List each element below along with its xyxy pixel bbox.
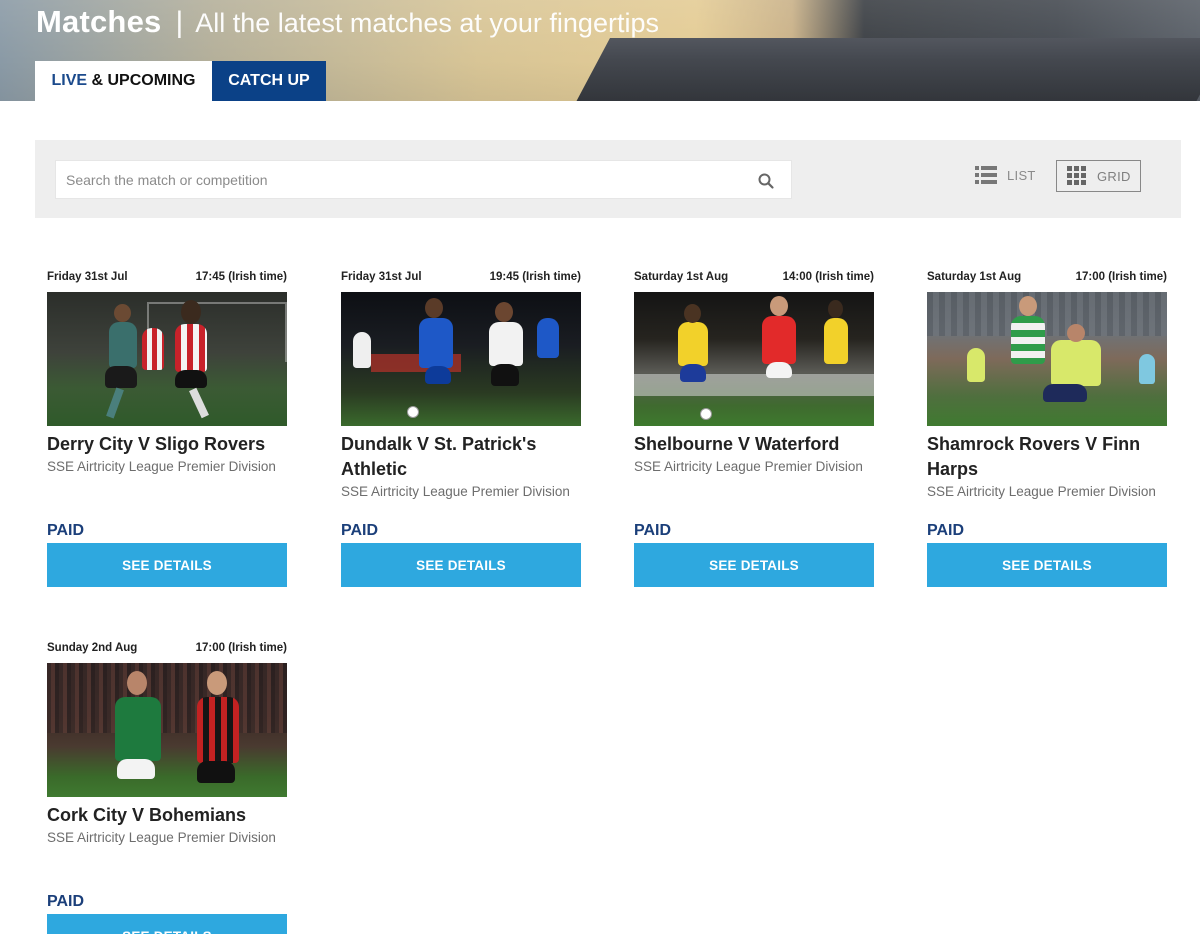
list-icon (975, 166, 997, 184)
title-separator: | (175, 6, 184, 39)
match-date: Sunday 2nd Aug (47, 642, 138, 654)
match-thumbnail[interactable] (47, 292, 287, 426)
match-competition: SSE Airtricity League Premier Division (47, 830, 276, 845)
match-date: Friday 31st Jul (47, 271, 128, 283)
match-title[interactable]: Shamrock Rovers V Finn Harps (927, 432, 1167, 482)
search-icon[interactable] (757, 172, 775, 190)
grid-icon (1067, 166, 1086, 185)
search-box (55, 160, 792, 199)
filter-toolbar: LIST GRID (35, 140, 1181, 218)
price-badge: PAID (47, 522, 85, 539)
match-title[interactable]: Derry City V Sligo Rovers (47, 432, 287, 457)
match-time: 19:45 (Irish time) (489, 271, 581, 283)
match-meta: Sunday 2nd Aug 17:00 (Irish time) (47, 640, 287, 656)
match-date: Friday 31st Jul (341, 271, 422, 283)
match-meta: Friday 31st Jul 19:45 (Irish time) (341, 269, 581, 285)
match-thumbnail[interactable] (927, 292, 1167, 426)
match-meta: Friday 31st Jul 17:45 (Irish time) (47, 269, 287, 285)
match-card: Friday 31st Jul 17:45 (Irish time) Derry… (47, 269, 287, 587)
match-time: 17:00 (Irish time) (1075, 271, 1167, 283)
match-title[interactable]: Cork City V Bohemians (47, 803, 287, 828)
match-competition: SSE Airtricity League Premier Division (634, 459, 863, 474)
match-time: 17:00 (Irish time) (195, 642, 287, 654)
price-badge: PAID (341, 522, 379, 539)
match-card: Saturday 1st Aug 17:00 (Irish time) Sham… (927, 269, 1167, 587)
page-title: Matches | All the latest matches at your… (36, 4, 659, 40)
tab-live-upcoming[interactable]: LIVE & UPCOMING (35, 61, 212, 101)
tab-catch-up[interactable]: CATCH UP (212, 61, 326, 101)
match-meta: Saturday 1st Aug 17:00 (Irish time) (927, 269, 1167, 285)
page-title-main: Matches (36, 4, 162, 39)
match-thumbnail[interactable] (47, 663, 287, 797)
grid-view-label: GRID (1097, 168, 1131, 184)
see-details-button[interactable]: SEE DETAILS (47, 914, 287, 934)
match-competition: SSE Airtricity League Premier Division (47, 459, 276, 474)
match-time: 17:45 (Irish time) (195, 271, 287, 283)
price-badge: PAID (927, 522, 965, 539)
see-details-button[interactable]: SEE DETAILS (634, 543, 874, 587)
see-details-button[interactable]: SEE DETAILS (47, 543, 287, 587)
match-card: Saturday 1st Aug 14:00 (Irish time) Shel… (634, 269, 874, 587)
match-thumbnail[interactable] (634, 292, 874, 426)
page-subtitle: All the latest matches at your fingertip… (195, 8, 659, 38)
list-view-toggle[interactable]: LIST (975, 165, 1036, 185)
tab-live-label: LIVE (51, 72, 88, 89)
match-title[interactable]: Dundalk V St. Patrick's Athletic (341, 432, 581, 482)
price-badge: PAID (47, 893, 85, 910)
tab-upcoming-label: & UPCOMING (87, 72, 196, 89)
search-input[interactable] (56, 161, 791, 198)
match-tabs: LIVE & UPCOMING CATCH UP (35, 61, 326, 101)
match-title[interactable]: Shelbourne V Waterford (634, 432, 874, 457)
match-time: 14:00 (Irish time) (782, 271, 874, 283)
grid-view-toggle[interactable]: GRID (1056, 160, 1141, 192)
list-view-label: LIST (1007, 167, 1036, 183)
match-thumbnail[interactable] (341, 292, 581, 426)
match-competition: SSE Airtricity League Premier Division (927, 484, 1156, 499)
see-details-button[interactable]: SEE DETAILS (341, 543, 581, 587)
price-badge: PAID (634, 522, 672, 539)
page-hero: Matches | All the latest matches at your… (0, 0, 1200, 101)
match-card: Sunday 2nd Aug 17:00 (Irish time) Cork C… (47, 640, 287, 934)
match-competition: SSE Airtricity League Premier Division (341, 484, 570, 499)
see-details-button[interactable]: SEE DETAILS (927, 543, 1167, 587)
match-meta: Saturday 1st Aug 14:00 (Irish time) (634, 269, 874, 285)
match-date: Saturday 1st Aug (634, 271, 729, 283)
match-date: Saturday 1st Aug (927, 271, 1022, 283)
match-card: Friday 31st Jul 19:45 (Irish time) Dunda… (341, 269, 581, 587)
